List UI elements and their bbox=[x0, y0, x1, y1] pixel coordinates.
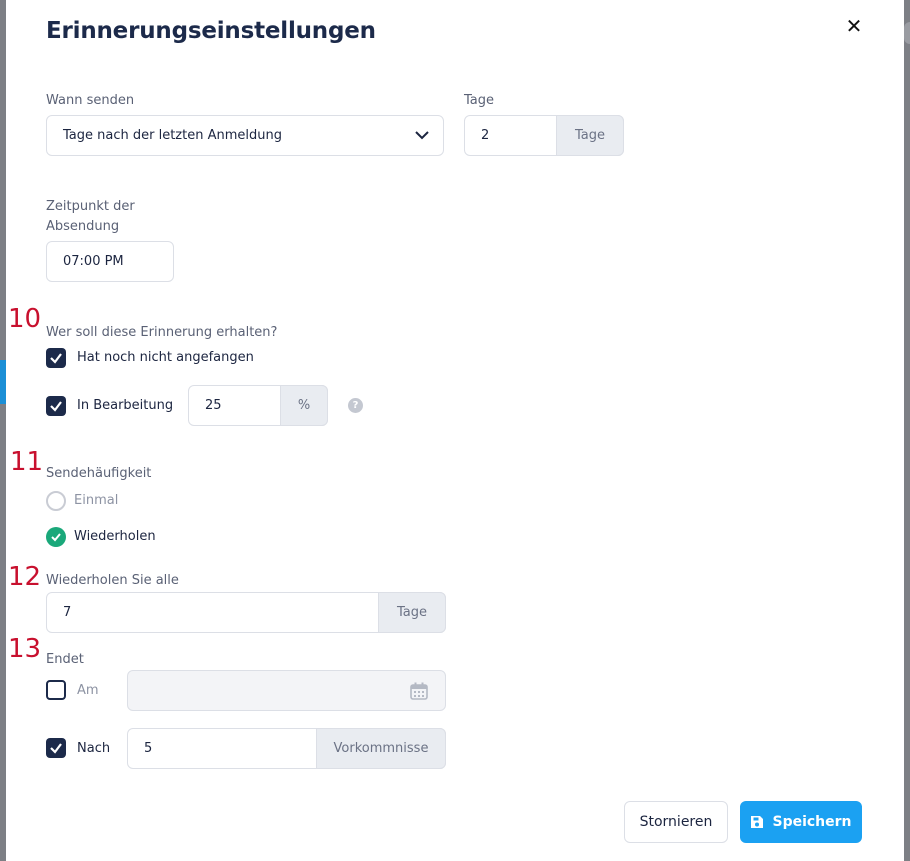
days-label: Tage bbox=[464, 93, 495, 108]
when-send-value: Tage nach der letzten Anmeldung bbox=[63, 128, 282, 143]
repeat-every-unit-addon: Tage bbox=[378, 592, 446, 633]
floppy-disk-icon bbox=[751, 816, 764, 828]
cancel-button[interactable]: Stornieren bbox=[624, 801, 728, 843]
in-progress-label: In Bearbeitung bbox=[77, 398, 174, 413]
repeat-radio[interactable] bbox=[46, 527, 66, 547]
save-button-label: Speichern bbox=[772, 814, 852, 830]
ends-after-checkbox[interactable] bbox=[46, 738, 66, 758]
ends-on-label: Am bbox=[77, 683, 99, 698]
check-icon bbox=[51, 533, 61, 542]
check-icon bbox=[50, 743, 62, 754]
not-started-label: Hat noch nicht angefangen bbox=[77, 350, 254, 365]
in-progress-checkbox[interactable] bbox=[46, 396, 66, 416]
once-radio[interactable] bbox=[46, 491, 66, 511]
days-input[interactable]: 2 Tage bbox=[464, 115, 624, 156]
ends-after-label: Nach bbox=[77, 741, 111, 756]
days-unit-addon: Tage bbox=[556, 115, 624, 156]
repeat-every-label: Wiederholen Sie alle bbox=[46, 573, 179, 588]
ends-on-checkbox[interactable] bbox=[46, 680, 66, 700]
send-time-label-line2: Absendung bbox=[46, 219, 120, 234]
annotation-marker-13: 13 bbox=[8, 634, 42, 664]
send-time-label-line1: Zeitpunkt der bbox=[46, 199, 135, 214]
repeat-label: Wiederholen bbox=[74, 529, 156, 544]
occurrences-unit-addon: Vorkommnisse bbox=[316, 728, 446, 769]
not-started-checkbox[interactable] bbox=[46, 348, 66, 368]
check-icon bbox=[50, 401, 62, 412]
when-send-label: Wann senden bbox=[46, 93, 135, 108]
close-icon[interactable]: ✕ bbox=[844, 16, 864, 36]
ends-on-date-input[interactable] bbox=[127, 670, 446, 711]
once-label: Einmal bbox=[74, 493, 119, 508]
reminder-settings-dialog: Erinnerungseinstellungen ✕ Wann senden T… bbox=[6, 0, 904, 861]
when-send-select[interactable]: Tage nach der letzten Anmeldung bbox=[46, 115, 444, 156]
repeat-every-input[interactable]: 7 Tage bbox=[46, 592, 446, 633]
annotation-marker-10: 10 bbox=[8, 304, 42, 334]
annotation-marker-11: 11 bbox=[10, 447, 44, 477]
save-button[interactable]: Speichern bbox=[740, 801, 862, 843]
annotation-marker-12: 12 bbox=[8, 562, 42, 592]
dialog-title: Erinnerungseinstellungen bbox=[46, 18, 376, 44]
chevron-down-icon bbox=[415, 131, 429, 140]
help-icon[interactable]: ? bbox=[348, 398, 363, 413]
check-icon bbox=[50, 353, 62, 364]
frequency-label: Sendehäufigkeit bbox=[46, 466, 152, 481]
ends-label: Endet bbox=[46, 652, 84, 667]
calendar-icon bbox=[410, 682, 428, 700]
send-time-input[interactable]: 07:00 PM bbox=[46, 241, 174, 282]
in-progress-percent-input[interactable]: 25 % bbox=[188, 385, 328, 426]
ends-after-occurrences-input[interactable]: 5 Vorkommnisse bbox=[127, 728, 446, 769]
percent-unit-addon: % bbox=[280, 385, 328, 426]
send-time-value: 07:00 PM bbox=[63, 254, 124, 269]
recipients-label: Wer soll diese Erinnerung erhalten? bbox=[46, 325, 278, 340]
background-page-right bbox=[904, 22, 910, 44]
